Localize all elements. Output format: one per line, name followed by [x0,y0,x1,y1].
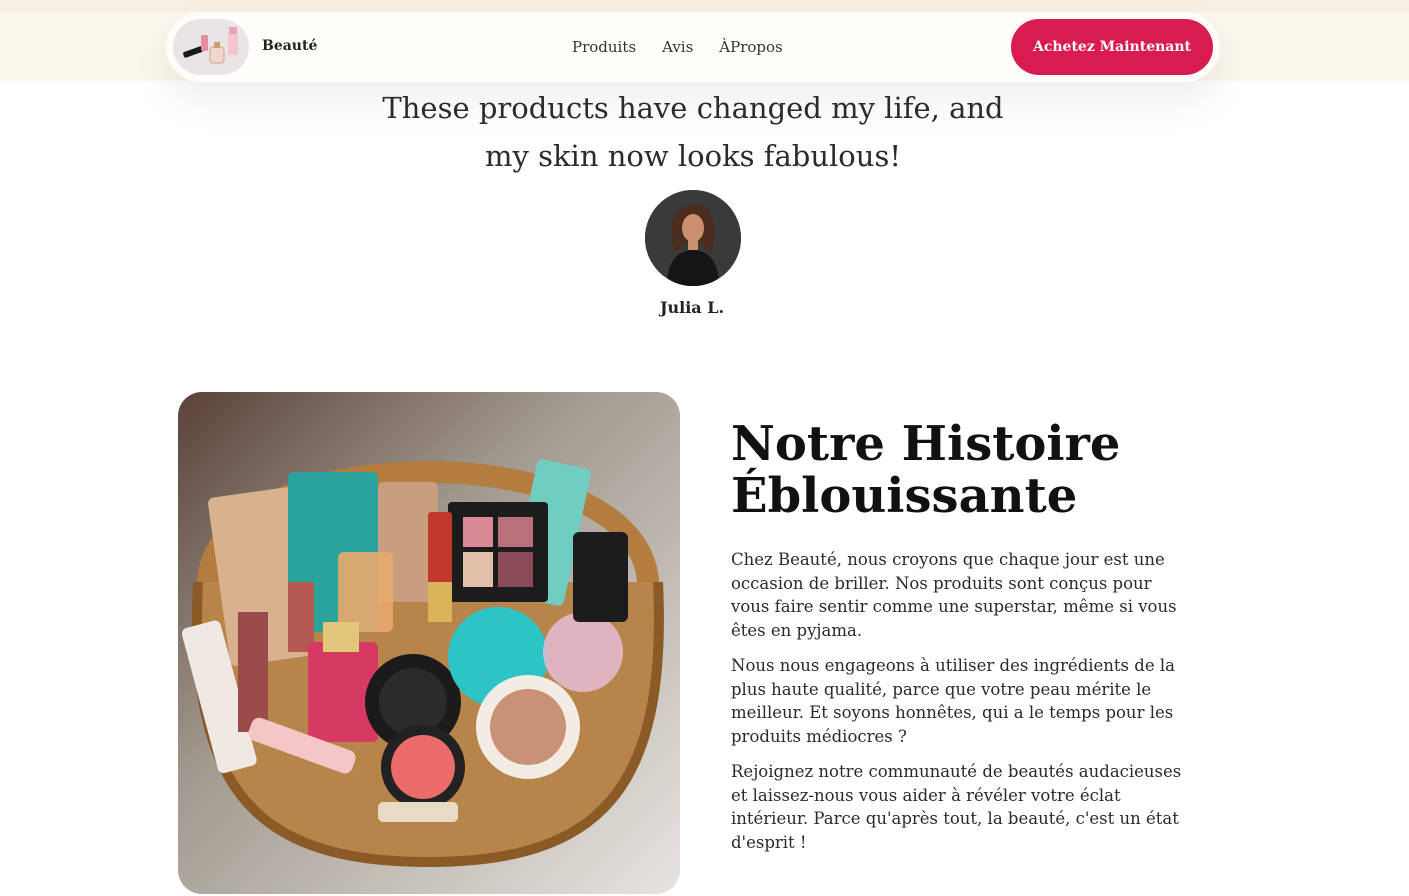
cosmetics-basket-image [178,392,680,894]
nav-links: Produits Avis ÀPropos [572,38,783,56]
story-paragraph-2: Nous nous engageons à utiliser des ingré… [731,656,1175,746]
nav-link-produits[interactable]: Produits [572,38,636,56]
cosmetics-logo-icon [173,19,249,75]
navbar: Beauté Produits Avis ÀPropos Achetez Mai… [166,12,1220,82]
brand-name[interactable]: Beauté [262,38,317,54]
nav-link-apropos[interactable]: ÀPropos [719,38,782,56]
header-top-strip [0,0,1409,12]
testimonial-quote-line-2: my skin now looks fabulous! [485,139,901,173]
testimonial-quote: These products have changed my life, and… [350,84,1036,180]
reviewer-name: Julia L. [659,298,725,317]
story-title-line-1: Notre Histoire [731,416,1121,472]
buy-now-button[interactable]: Achetez Maintenant [1011,19,1213,75]
nav-link-avis[interactable]: Avis [662,38,693,56]
story-paragraph-1: Chez Beauté, nous croyons que chaque jou… [731,550,1177,640]
testimonial-quote-line-1: These products have changed my life, and [382,91,1004,125]
story-paragraph-3: Rejoignez notre communauté de beautés au… [731,762,1182,852]
avatar [645,190,741,286]
story-title-line-2: Éblouissante [731,468,1078,524]
reviewer-portrait-icon [645,190,741,286]
story-title: Notre Histoire Éblouissante [731,418,1201,522]
makeup-basket-icon [178,392,680,894]
logo-image[interactable] [173,19,249,75]
